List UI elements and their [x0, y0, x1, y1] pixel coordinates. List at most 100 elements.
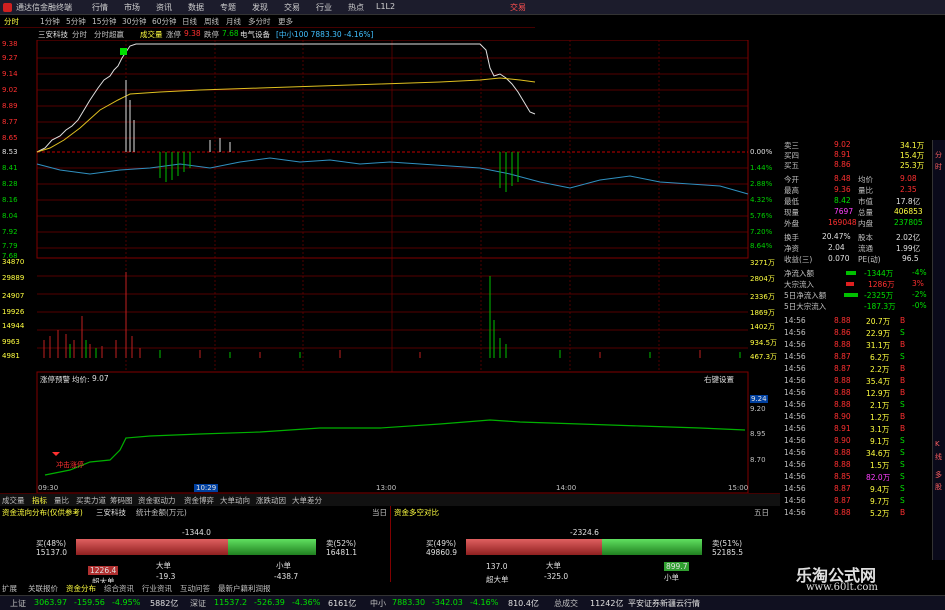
price-axis-label: 8.89: [2, 102, 18, 110]
sidebar-tab[interactable]: 时: [935, 162, 942, 172]
subtab-latest[interactable]: 最新户籍利润报: [218, 583, 271, 594]
fund-left-stock: 三安科技: [96, 508, 126, 517]
price-axis-label: 9.27: [2, 54, 18, 62]
tab-fund-game[interactable]: 资金博弈: [184, 495, 214, 506]
right-click-settings[interactable]: 右键设置: [704, 374, 734, 385]
menu-item-market[interactable]: 市场: [124, 2, 140, 13]
tab-volume-ratio[interactable]: 量比: [54, 495, 69, 506]
subtab-qa[interactable]: 互动问答: [180, 583, 210, 594]
price-axis-label: 7.92: [2, 228, 18, 236]
fund-left-bar-red: [76, 539, 228, 555]
fund-left-v3: -438.7: [274, 572, 299, 581]
menu-item-trade[interactable]: 交易: [284, 2, 300, 13]
tab-rise-fall-cause[interactable]: 涨跌动因: [256, 495, 286, 506]
volume-axis-right-label: 2804万: [750, 275, 775, 283]
tick-row: 14:56 8.88 31.1万 B: [784, 340, 906, 350]
price-axis-label: 8.28: [2, 180, 18, 188]
index-value: 11537.2: [214, 598, 248, 607]
volume-axis-label: 9963: [2, 338, 20, 346]
tab-15min[interactable]: 15分钟: [92, 16, 117, 27]
pct-axis-label: 0.00%: [750, 148, 773, 156]
total-label: 总成交: [554, 599, 578, 608]
menu-item-discover[interactable]: 发现: [252, 2, 268, 13]
price-axis-label: 8.41: [2, 164, 18, 172]
tick-row: 14:56 8.88 35.4万 B: [784, 376, 906, 386]
tick-row: 14:56 8.91 3.1万 B: [784, 424, 906, 434]
tab-chart-intraday[interactable]: 分时: [72, 29, 87, 40]
trade-corner-button[interactable]: 交易: [510, 2, 526, 13]
limit-up-value: 9.38: [184, 29, 201, 38]
menu-item-quotes[interactable]: 行情: [92, 2, 108, 13]
fund-right-v1: 137.0: [486, 562, 508, 571]
menu-bar: 通达信金融终端 行情 市场 资讯 数据 专题 发现 交易 行业 热点 L1L2 …: [0, 0, 945, 15]
stat-row: 换手 20.47% 股本 2.02亿: [784, 232, 921, 242]
stock-name: 三安科技: [38, 30, 68, 39]
pct-axis-label: 7.20%: [750, 228, 773, 236]
tab-chip-chart[interactable]: 筹码图: [110, 495, 133, 506]
limit-down-label: 跌停: [204, 30, 219, 39]
subtab-news[interactable]: 综合资讯: [104, 583, 134, 594]
subtab-related-quotes[interactable]: 关联报价: [28, 583, 58, 594]
sidebar-tab[interactable]: K: [935, 440, 940, 448]
app-logo-icon: [3, 3, 12, 12]
tab-daily[interactable]: 日线: [182, 16, 197, 27]
tab-5min[interactable]: 5分钟: [66, 16, 86, 27]
sub-tabs: 扩展 关联报价 资金分布 综合资讯 行业资讯 互动问答 最新户籍利润报: [0, 583, 780, 594]
volume-axis-right-label: 2336万: [750, 293, 775, 301]
tab-1min[interactable]: 1分钟: [40, 16, 60, 27]
fund-left-day[interactable]: 当日: [372, 507, 387, 518]
period-toolbar: 分时 1分钟 5分钟 15分钟 30分钟 60分钟 日线 周线 月线 多分时 更…: [0, 15, 535, 28]
alert-axis-label: 9.20: [750, 405, 766, 413]
menu-item-data[interactable]: 数据: [188, 2, 204, 13]
fund-right-bar-green: [602, 539, 702, 555]
menu-item-industry[interactable]: 行业: [316, 2, 332, 13]
tick-row: 14:56 8.88 2.1万 S: [784, 400, 905, 410]
subtab-expand[interactable]: 扩展: [2, 583, 17, 594]
right-sidebar: 分 时 K 线 多 股: [932, 140, 945, 560]
flow-row: 5日大宗流入 -187.3万 -0%: [784, 301, 927, 311]
tab-60min[interactable]: 60分钟: [152, 16, 177, 27]
stat-row: 外盘 169048 内盘 237805: [784, 218, 923, 228]
flow-bar-icon: [846, 282, 854, 286]
tab-big-order-trend[interactable]: 大单动向: [220, 495, 250, 506]
menu-item-news[interactable]: 资讯: [156, 2, 172, 13]
volume-axis-label: 19926: [2, 308, 25, 316]
sidebar-tab[interactable]: 分: [935, 150, 942, 160]
price-axis-label: 9.14: [2, 70, 18, 78]
menu-item-l1l2[interactable]: L1L2: [376, 2, 395, 11]
price-axis-label: 8.16: [2, 196, 18, 204]
fund-left-title: 资金流向分布(仅供参考): [2, 508, 83, 517]
subtab-industry-news[interactable]: 行业资讯: [142, 583, 172, 594]
tab-more[interactable]: 更多: [278, 16, 293, 27]
sidebar-tab[interactable]: 多: [935, 470, 942, 480]
tab-volume[interactable]: 成交量: [2, 495, 25, 506]
tab-intraday[interactable]: 分时: [4, 16, 19, 27]
tab-30min[interactable]: 30分钟: [122, 16, 147, 27]
stat-row: 最低 8.42 市值 17.8亿: [784, 196, 921, 206]
menu-item-topics[interactable]: 专题: [220, 2, 236, 13]
volume-axis-right-label: 934.5万: [750, 339, 778, 347]
fund-left-buy-value: 15137.0: [36, 548, 68, 557]
tab-monthly[interactable]: 月线: [226, 16, 241, 27]
tab-big-order-diff[interactable]: 大单差分: [292, 495, 322, 506]
sidebar-tab[interactable]: 股: [935, 482, 942, 492]
price-axis-label: 8.65: [2, 134, 18, 142]
volume-axis-label: 24907: [2, 292, 25, 300]
fund-right-day[interactable]: 五日: [754, 507, 769, 518]
tab-buy-sell-force[interactable]: 买卖力道: [76, 495, 106, 506]
volume-axis-right-label: 1869万: [750, 309, 775, 317]
subtab-fund-distribution[interactable]: 资金分布: [66, 583, 96, 594]
tab-multi-intraday[interactable]: 多分时: [248, 16, 271, 27]
tab-chart-super[interactable]: 分时超赢: [94, 29, 124, 40]
tab-weekly[interactable]: 周线: [204, 16, 219, 27]
menu-item-hot[interactable]: 热点: [348, 2, 364, 13]
sidebar-tab[interactable]: 线: [935, 452, 942, 462]
stat-row: 收益(三) 0.070 PE(动) 96.5: [784, 254, 919, 264]
pct-axis-label: 5.76%: [750, 212, 773, 220]
fund-left-small-label: 小单: [276, 561, 291, 570]
tab-indicator[interactable]: 指标: [32, 495, 47, 506]
index-change: -526.39: [254, 598, 285, 607]
tab-fund-drive[interactable]: 资金驱动力: [138, 495, 176, 506]
fund-right-bar-red: [466, 539, 602, 555]
fund-right-title: 资金多空对比: [394, 508, 439, 517]
